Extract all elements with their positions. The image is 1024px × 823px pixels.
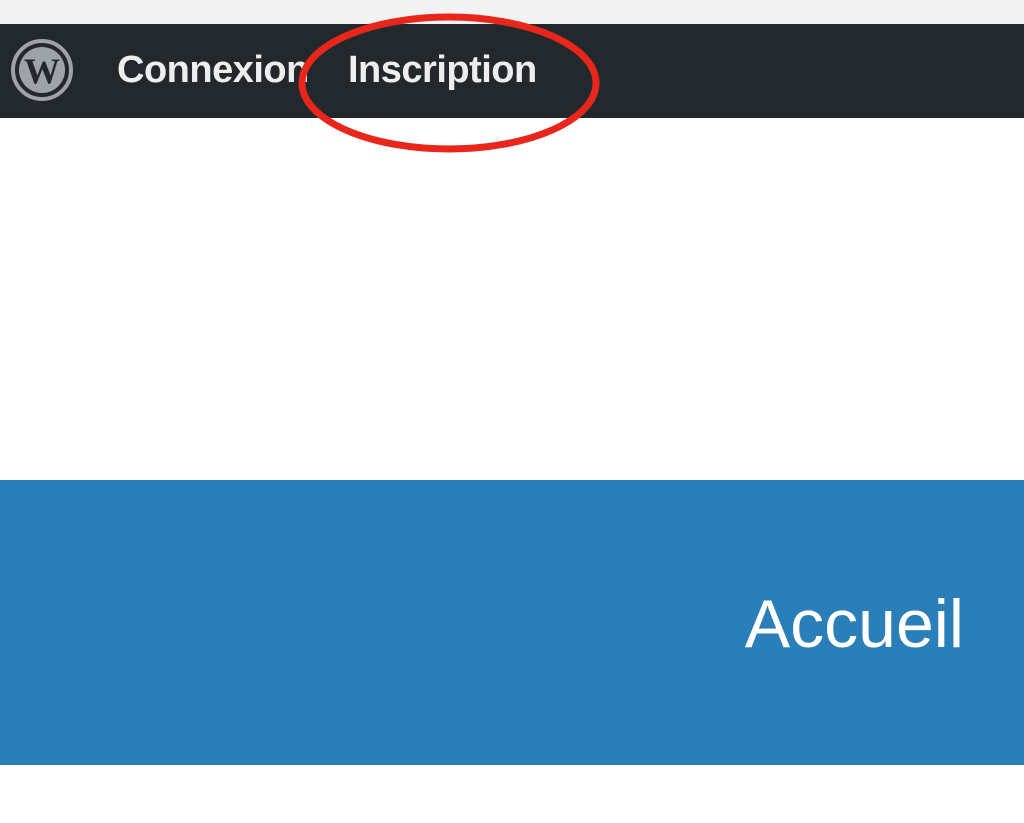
register-link[interactable]: Inscription [348,48,537,92]
page-bottom [0,765,1024,823]
browser-top-strip [0,0,1024,24]
page-content [0,118,1024,480]
navigation-banner: Accueil [0,480,1024,765]
admin-toolbar: W Connexion Inscription [0,24,1024,118]
svg-text:W: W [24,51,60,91]
nav-item-home[interactable]: Accueil [745,586,964,662]
wordpress-icon[interactable]: W [10,38,74,102]
login-link[interactable]: Connexion [117,48,309,92]
